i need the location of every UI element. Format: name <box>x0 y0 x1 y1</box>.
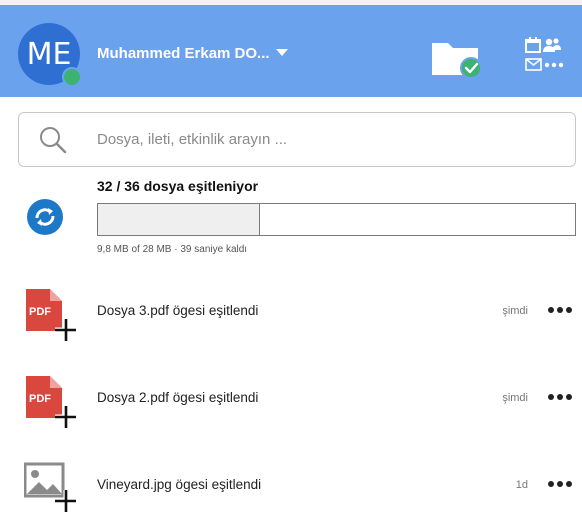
more-options-icon[interactable] <box>548 306 572 314</box>
search-icon <box>40 127 67 154</box>
svg-text:PDF: PDF <box>29 306 51 318</box>
svg-text:PDF: PDF <box>29 393 51 405</box>
pdf-add-icon: PDF <box>26 289 76 341</box>
activity-row[interactable]: PDF Dosya 2.pdf ögesi eşitlendi şimdi <box>0 372 582 432</box>
activity-text: Dosya 3.pdf ögesi eşitlendi <box>97 303 259 318</box>
account-name[interactable]: Muhammed Erkam DO... <box>97 45 270 62</box>
sync-status-title: 32 / 36 dosya eşitleniyor <box>97 178 259 194</box>
activity-time: 1d <box>515 479 528 491</box>
image-add-icon <box>24 462 76 512</box>
sync-icon <box>27 199 63 235</box>
activity-time: şimdi <box>502 305 528 317</box>
sync-progress-bar <box>97 203 576 236</box>
calendar-contacts-mail-icon[interactable] <box>522 35 570 77</box>
header-bar: ME Muhammed Erkam DO... <box>0 5 582 97</box>
activity-text: Vineyard.jpg ögesi eşitlendi <box>97 477 262 492</box>
avatar-initials: ME <box>26 36 72 72</box>
pdf-add-icon: PDF <box>26 376 76 428</box>
activity-row[interactable]: PDF Dosya 3.pdf ögesi eşitlendi şimdi <box>0 285 582 345</box>
activity-row[interactable]: Vineyard.jpg ögesi eşitlendi 1d <box>0 456 582 516</box>
folder-check-icon[interactable] <box>430 35 486 81</box>
more-options-icon[interactable] <box>548 393 572 401</box>
presence-status-dot <box>62 67 82 87</box>
sync-detail-text: 9,8 MB of 28 MB · 39 saniye kaldı <box>97 244 248 255</box>
more-options-icon[interactable] <box>548 480 572 488</box>
activity-time: şimdi <box>502 392 528 404</box>
sync-progress-fill <box>98 204 261 235</box>
search-bar <box>18 112 576 167</box>
chevron-down-icon[interactable] <box>276 49 288 56</box>
search-input[interactable] <box>97 113 557 166</box>
activity-text: Dosya 2.pdf ögesi eşitlendi <box>97 390 259 405</box>
